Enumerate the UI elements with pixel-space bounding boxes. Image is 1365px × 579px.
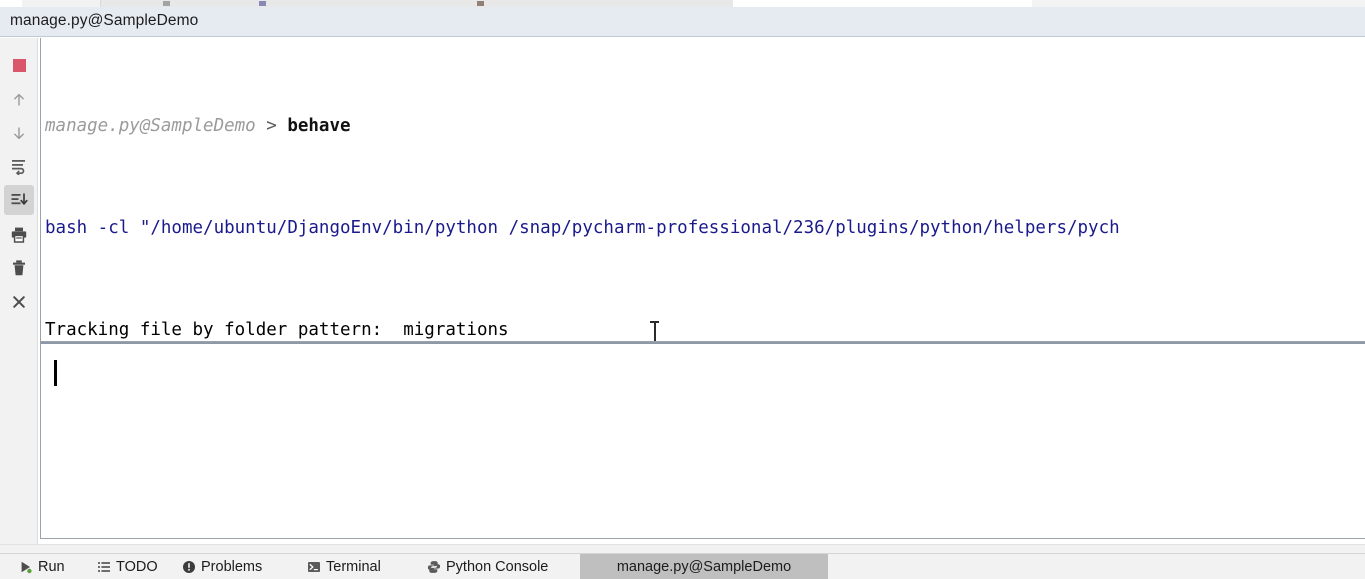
console-output-text: manage.py@SampleDemo > behave bash -cl "… (45, 41, 1120, 342)
toolbar-sliver-blip (477, 1, 484, 6)
status-tab-manage-py-label: manage.py@SampleDemo (617, 559, 791, 575)
problems-warning-icon (181, 559, 196, 574)
scroll-to-end-button[interactable] (4, 185, 34, 215)
status-bar: Run TODO Problems (0, 553, 1365, 579)
stop-button[interactable] (4, 50, 34, 80)
print-button[interactable] (4, 220, 34, 250)
console-output-pane[interactable]: manage.py@SampleDemo > behave bash -cl "… (40, 38, 1365, 342)
console-command-name: behave (287, 116, 350, 136)
stop-icon (13, 59, 26, 72)
status-tab-python-console[interactable]: Python Console (418, 554, 556, 579)
run-play-icon (18, 559, 33, 574)
soft-wrap-button[interactable] (4, 151, 34, 181)
console-command-prefix: manage.py@SampleDemo (45, 116, 256, 136)
text-caret (54, 360, 57, 386)
clear-all-button[interactable] (4, 253, 34, 283)
soft-wrap-icon (10, 157, 28, 175)
console-area: manage.py@SampleDemo > behave bash -cl "… (38, 38, 1365, 544)
console-command-line: manage.py@SampleDemo > behave (45, 109, 1120, 143)
console-command-arrow: > (256, 116, 288, 136)
todo-list-icon (96, 559, 111, 574)
page-title: manage.py@SampleDemo (10, 12, 198, 30)
trash-icon (10, 259, 28, 277)
next-occurrence-button[interactable] (4, 118, 34, 148)
status-tab-problems[interactable]: Problems (173, 554, 270, 579)
close-x-icon (11, 294, 27, 310)
cropped-toolbar-sliver (0, 0, 1365, 7)
terminal-icon (306, 559, 321, 574)
text-cursor-icon (650, 321, 659, 342)
previous-occurrence-button[interactable] (4, 85, 34, 115)
status-tab-run[interactable]: Run (10, 554, 73, 579)
status-tab-run-label: Run (38, 559, 65, 575)
arrow-up-icon (11, 92, 27, 108)
run-configuration-title-bar: manage.py@SampleDemo (0, 7, 1365, 37)
console-line-tracking: Tracking file by folder pattern: migrati… (45, 313, 1120, 342)
console-line-bash-command: bash -cl "/home/ubuntu/DjangoEnv/bin/pyt… (45, 211, 1120, 245)
console-toolbar (0, 38, 38, 544)
status-tab-todo-label: TODO (116, 559, 158, 575)
status-tab-python-console-label: Python Console (446, 559, 548, 575)
close-button[interactable] (4, 287, 34, 317)
toolbar-sliver-blip (163, 1, 170, 6)
python-icon (426, 559, 441, 574)
arrow-down-icon (11, 125, 27, 141)
status-tab-problems-label: Problems (201, 559, 262, 575)
toolbar-sliver-segment-left (22, 0, 101, 7)
console-input-pane[interactable] (40, 342, 1365, 539)
toolbar-sliver-blip (259, 1, 266, 6)
status-tab-terminal[interactable]: Terminal (298, 554, 389, 579)
status-tab-manage-py[interactable]: manage.py@SampleDemo (580, 554, 828, 579)
status-tab-todo[interactable]: TODO (88, 554, 166, 579)
status-tab-terminal-label: Terminal (326, 559, 381, 575)
printer-icon (10, 226, 28, 244)
scroll-to-end-icon (10, 191, 28, 209)
